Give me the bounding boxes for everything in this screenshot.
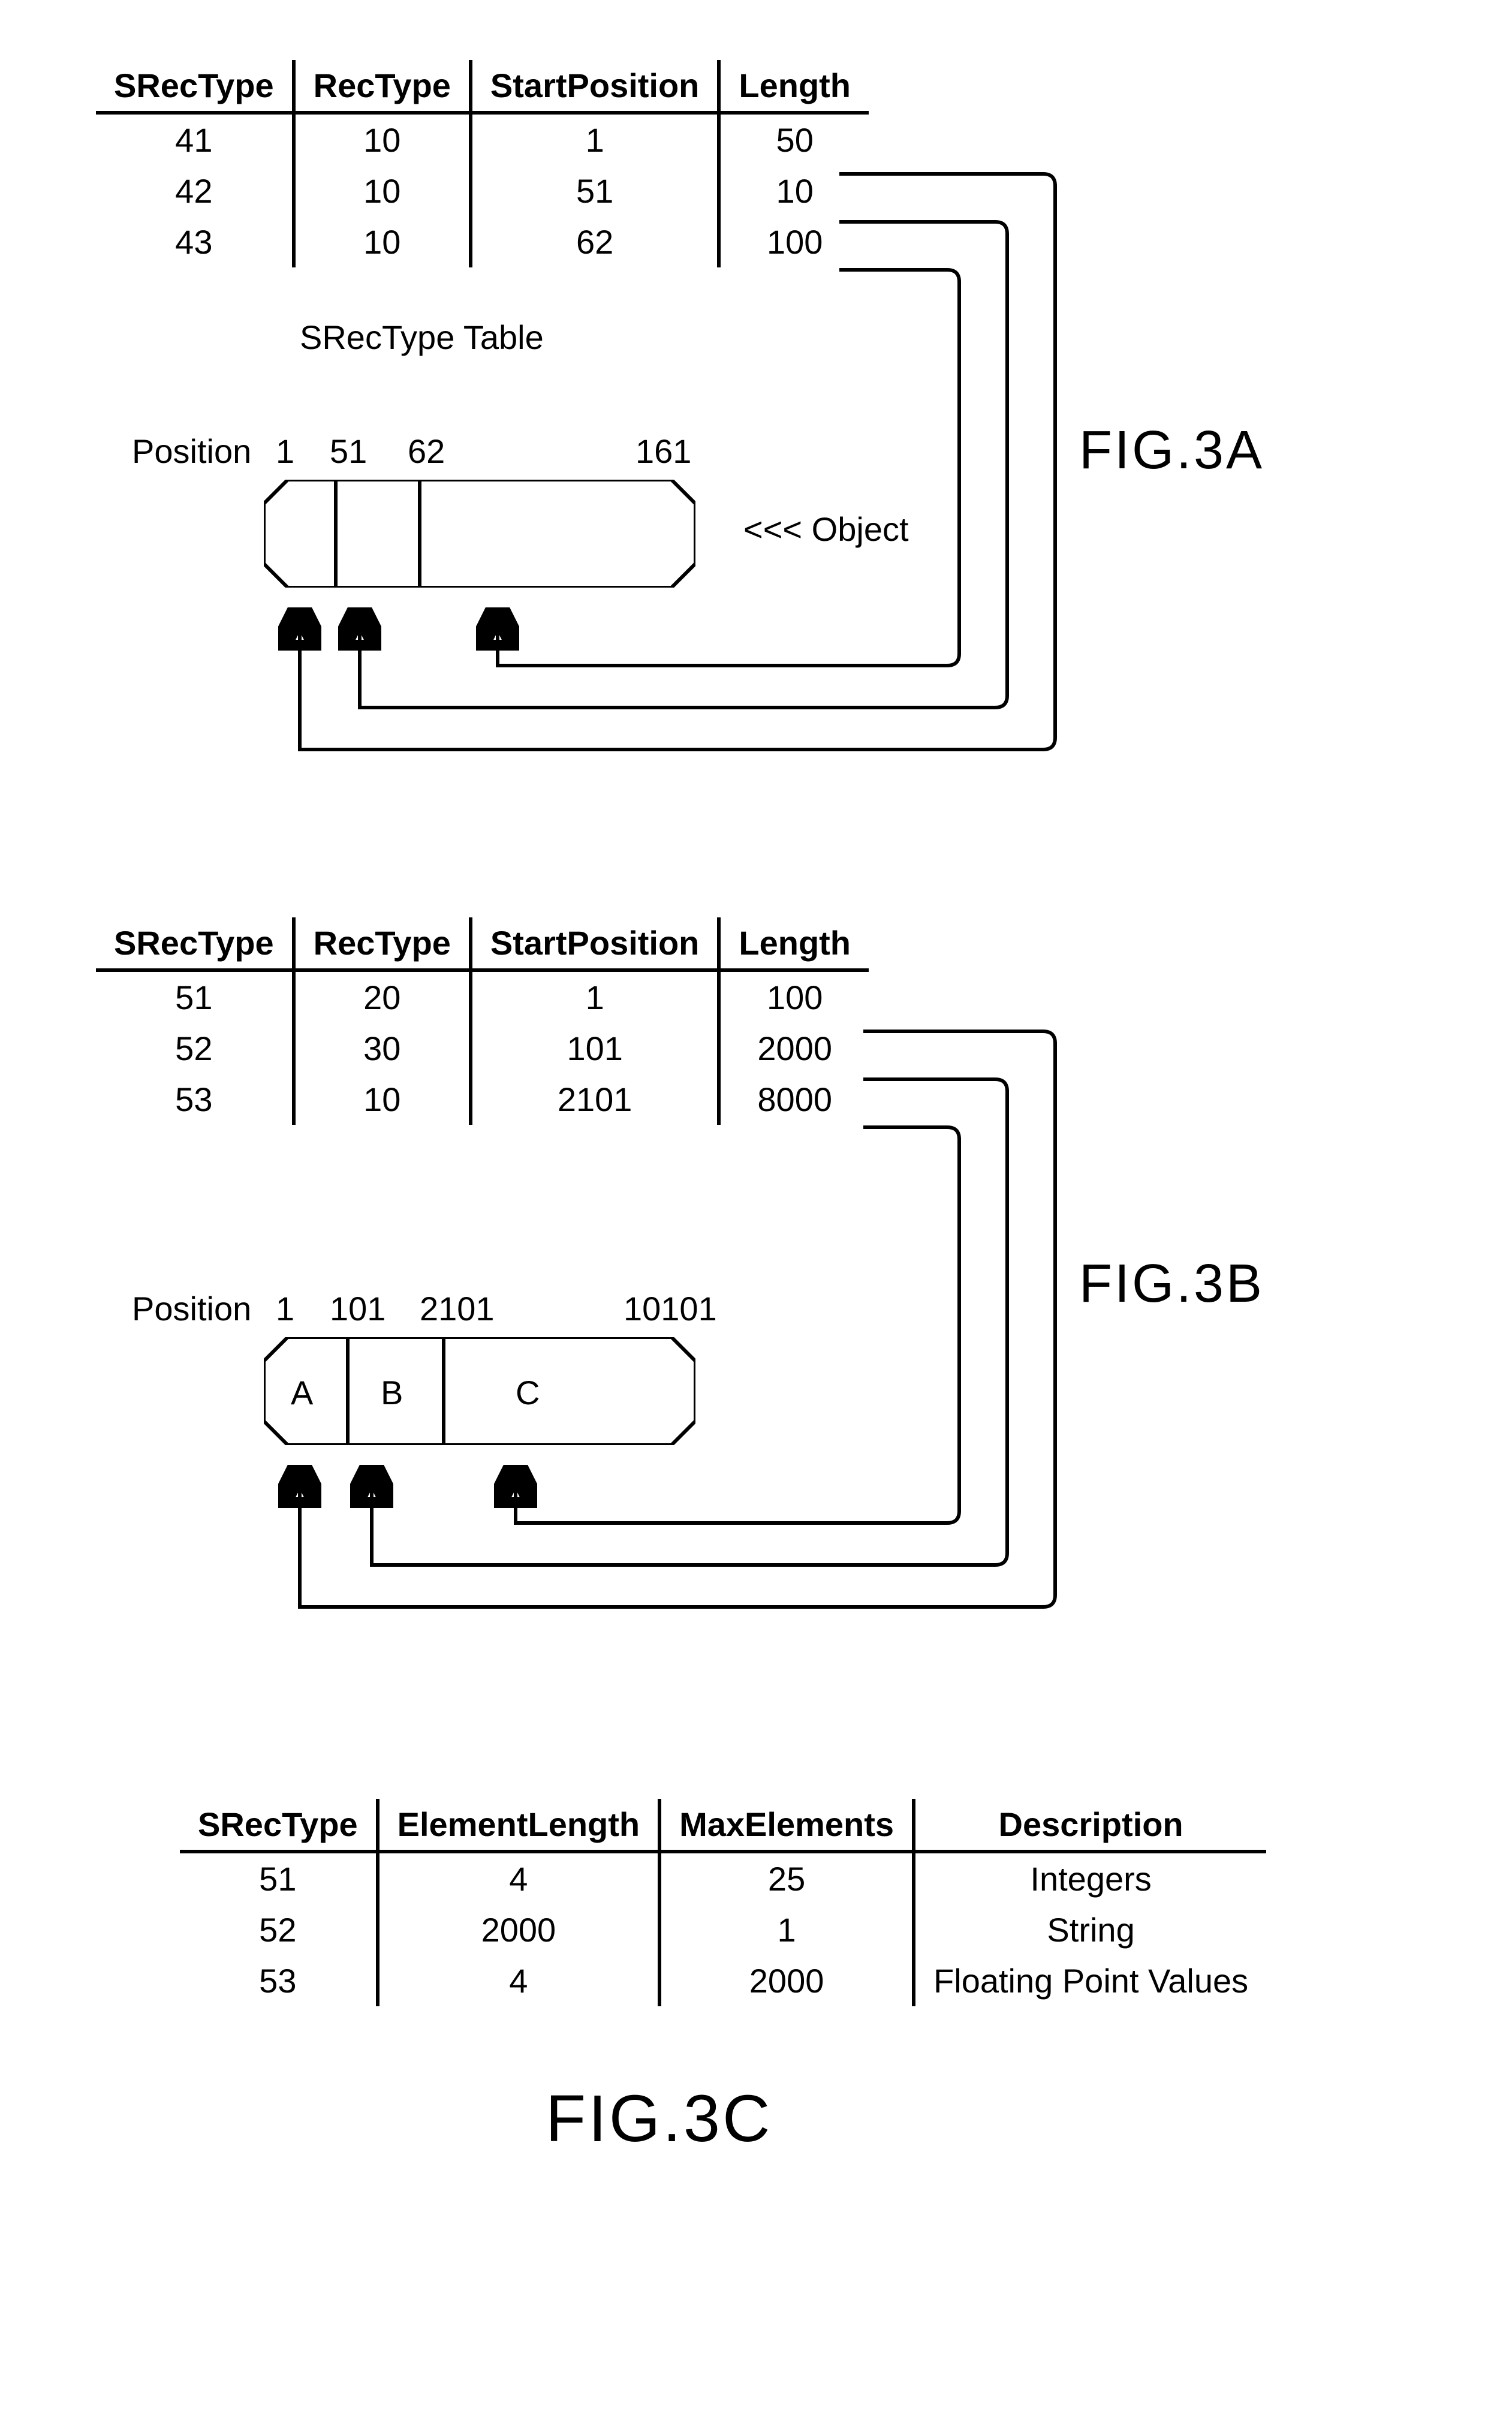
fig3a-object — [264, 480, 695, 588]
posb-2101: 2101 — [420, 1289, 495, 1328]
cell: 2000 — [719, 1023, 869, 1074]
th: MaxElements — [659, 1799, 914, 1852]
cell: 62 — [471, 216, 719, 267]
object-label: <<< Object — [743, 510, 909, 549]
cell: 10 — [294, 113, 471, 165]
cell: 8000 — [719, 1074, 869, 1125]
fig3b-label: FIG.3B — [1079, 1253, 1264, 1315]
table-row: 52 30 101 2000 — [96, 1023, 869, 1074]
pos-1: 1 — [276, 432, 294, 471]
cell: 1 — [471, 970, 719, 1023]
fig3c-label: FIG.3C — [546, 2081, 773, 2157]
th: StartPosition — [471, 60, 719, 113]
th: SRecType — [180, 1799, 378, 1852]
cell: 10 — [719, 165, 869, 216]
fig3b-connectors — [24, 24, 1512, 1703]
table-row: 52 2000 1 String — [180, 1904, 1266, 1955]
cell: 2000 — [659, 1955, 914, 2006]
cell: Integers — [914, 1852, 1266, 1904]
th: ElementLength — [378, 1799, 659, 1852]
cell: 42 — [96, 165, 294, 216]
cell: 101 — [471, 1023, 719, 1074]
cell: String — [914, 1904, 1266, 1955]
seg-c: C — [516, 1373, 540, 1412]
th: StartPosition — [471, 917, 719, 970]
fig3b-table: SRecType RecType StartPosition Length 51… — [96, 917, 869, 1125]
cell: 10 — [294, 216, 471, 267]
cell: 10 — [294, 1074, 471, 1125]
cell: 51 — [96, 970, 294, 1023]
fig3a-table: SRecType RecType StartPosition Length 41… — [96, 60, 869, 267]
cell: 51 — [471, 165, 719, 216]
th: RecType — [294, 60, 471, 113]
th: RecType — [294, 917, 471, 970]
table-row: 43 10 62 100 — [96, 216, 869, 267]
cell: 100 — [719, 216, 869, 267]
cell: 2000 — [378, 1904, 659, 1955]
fig3a-caption: SRecType Table — [300, 318, 544, 357]
seg-b: B — [381, 1373, 403, 1412]
posb-10101: 10101 — [624, 1289, 717, 1328]
th: Length — [719, 917, 869, 970]
pos-51: 51 — [330, 432, 367, 471]
pos-161: 161 — [635, 432, 691, 471]
cell: 52 — [96, 1023, 294, 1074]
cell: 4 — [378, 1955, 659, 2006]
table-row: 51 20 1 100 — [96, 970, 869, 1023]
th: Description — [914, 1799, 1266, 1852]
cell: 25 — [659, 1852, 914, 1904]
fig3a-label: FIG.3A — [1079, 420, 1264, 481]
cell: 4 — [378, 1852, 659, 1904]
cell: 30 — [294, 1023, 471, 1074]
cell: 52 — [180, 1904, 378, 1955]
posb-1: 1 — [276, 1289, 294, 1328]
position-word: Position — [132, 432, 251, 471]
cell: 50 — [719, 113, 869, 165]
cell: 41 — [96, 113, 294, 165]
table-row: 53 4 2000 Floating Point Values — [180, 1955, 1266, 2006]
cell: 53 — [96, 1074, 294, 1125]
cell: Floating Point Values — [914, 1955, 1266, 2006]
fig3c-table: SRecType ElementLength MaxElements Descr… — [180, 1799, 1266, 2006]
position-word-b: Position — [132, 1289, 251, 1328]
seg-a: A — [291, 1373, 313, 1412]
cell: 100 — [719, 970, 869, 1023]
cell: 53 — [180, 1955, 378, 2006]
fig3b-object — [264, 1337, 695, 1445]
cell: 43 — [96, 216, 294, 267]
cell: 51 — [180, 1852, 378, 1904]
table-row: 53 10 2101 8000 — [96, 1074, 869, 1125]
th: SRecType — [96, 60, 294, 113]
table-row: 42 10 51 10 — [96, 165, 869, 216]
cell: 10 — [294, 165, 471, 216]
table-row: 51 4 25 Integers — [180, 1852, 1266, 1904]
cell: 2101 — [471, 1074, 719, 1125]
cell: 1 — [659, 1904, 914, 1955]
th: SRecType — [96, 917, 294, 970]
cell: 20 — [294, 970, 471, 1023]
table-row: 41 10 1 50 — [96, 113, 869, 165]
th: Length — [719, 60, 869, 113]
posb-101: 101 — [330, 1289, 385, 1328]
cell: 1 — [471, 113, 719, 165]
pos-62: 62 — [408, 432, 445, 471]
